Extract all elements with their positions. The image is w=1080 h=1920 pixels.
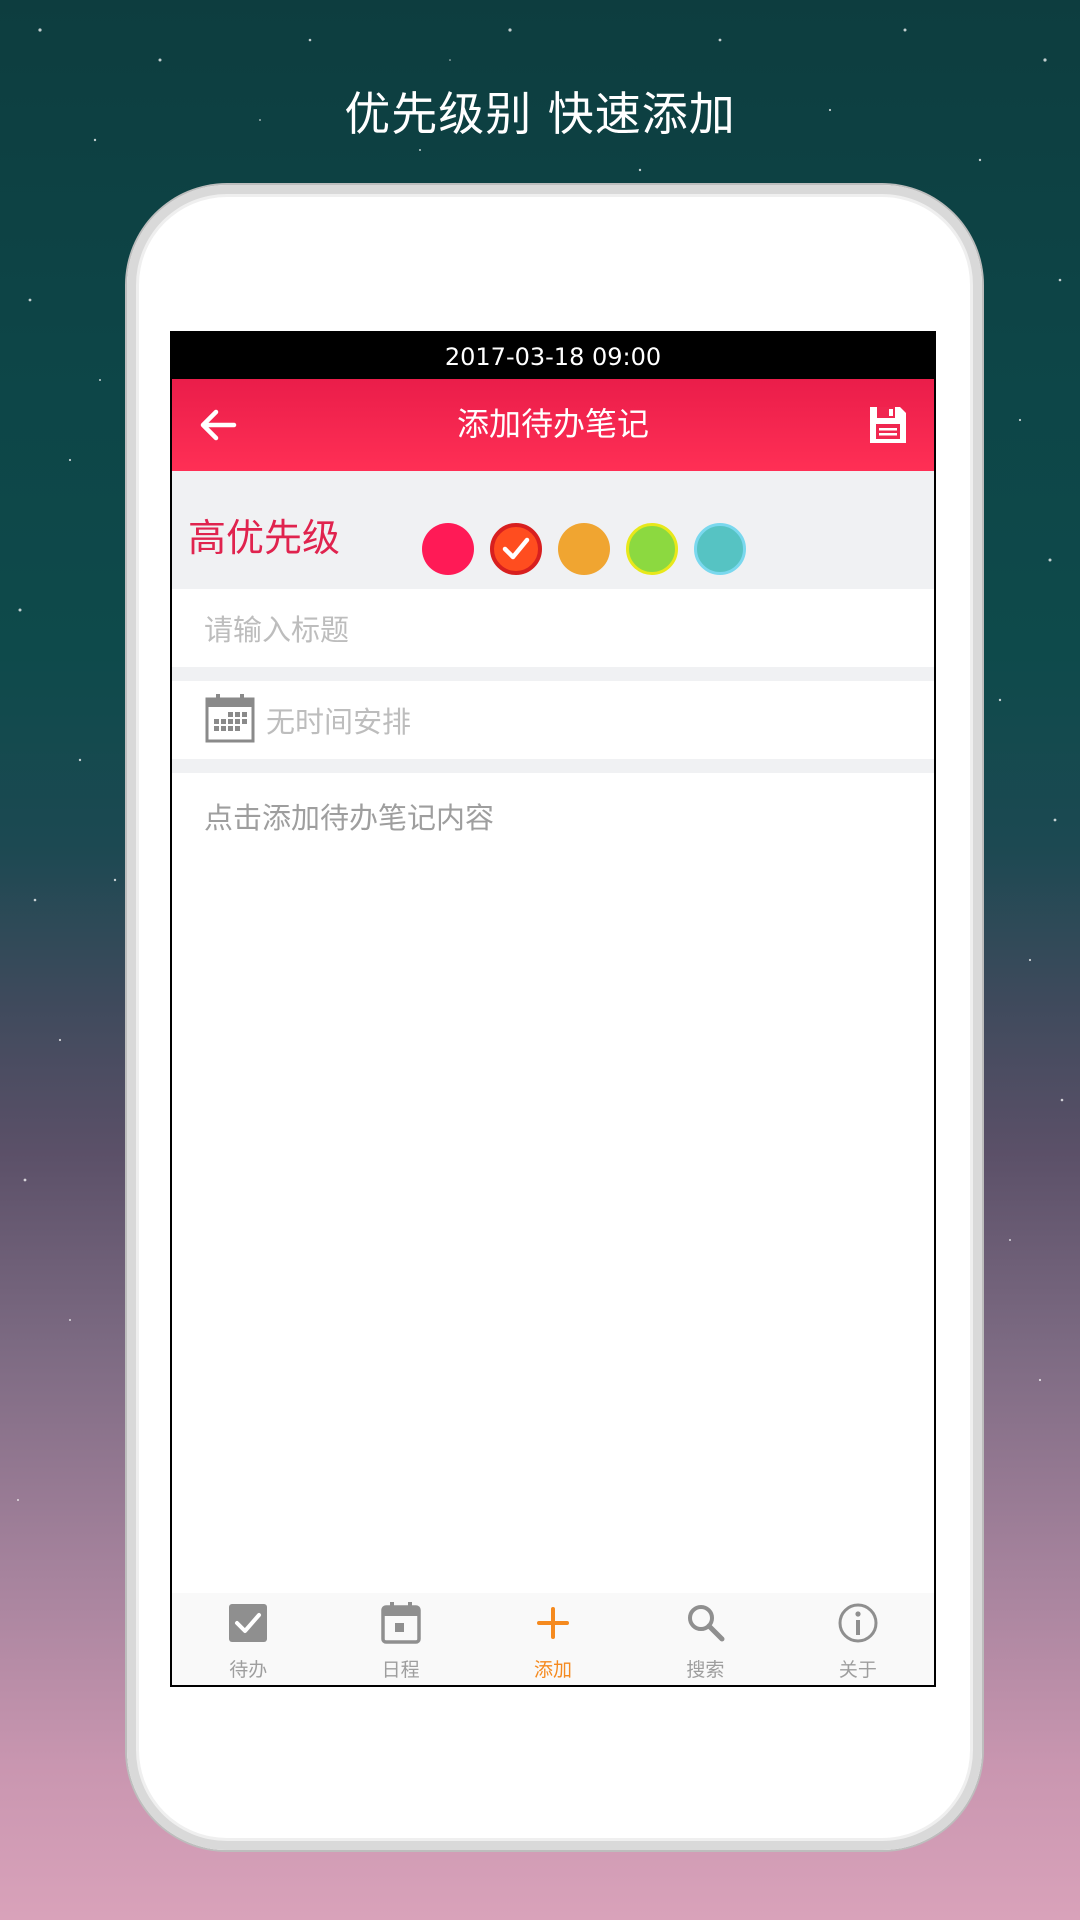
plus-icon bbox=[537, 1607, 570, 1639]
priority-dot-pink[interactable] bbox=[422, 523, 474, 575]
nav-item-todo[interactable]: 待办 bbox=[172, 1593, 324, 1685]
priority-selector: 高优先级 bbox=[172, 471, 934, 589]
time-picker[interactable]: 无时间安排 bbox=[172, 681, 934, 759]
nav-item-about[interactable]: 关于 bbox=[782, 1593, 934, 1685]
time-placeholder: 无时间安排 bbox=[266, 705, 412, 739]
content-placeholder: 点击添加待办笔记内容 bbox=[204, 801, 495, 835]
divider bbox=[172, 759, 934, 773]
search-icon bbox=[688, 1605, 725, 1642]
nav-label-add: 添加 bbox=[534, 1659, 573, 1681]
priority-dot-red-orange[interactable] bbox=[490, 523, 542, 575]
priority-dot-teal[interactable] bbox=[694, 523, 746, 575]
content-textarea[interactable]: 点击添加待办笔记内容 bbox=[172, 773, 934, 1593]
checkbox-icon bbox=[229, 1604, 268, 1642]
promo-headline: 优先级别 快速添加 bbox=[344, 87, 736, 141]
bottom-navigation: 待办 日程 添加 搜索 关于 bbox=[172, 1593, 934, 1685]
nav-label-search: 搜索 bbox=[686, 1659, 725, 1681]
calendar-icon bbox=[380, 1602, 421, 1644]
title-input[interactable]: 请输入标题 bbox=[172, 589, 934, 667]
divider bbox=[172, 667, 934, 681]
priority-dot-orange[interactable] bbox=[558, 523, 610, 575]
nav-label-about: 关于 bbox=[838, 1659, 877, 1681]
title-placeholder: 请输入标题 bbox=[204, 613, 350, 647]
nav-item-add[interactable]: 添加 bbox=[477, 1593, 629, 1685]
floppy-disk-icon[interactable] bbox=[864, 401, 912, 449]
nav-item-search[interactable]: 搜索 bbox=[629, 1593, 781, 1685]
checkmark-icon bbox=[502, 537, 530, 560]
nav-label-schedule: 日程 bbox=[381, 1659, 420, 1681]
info-icon bbox=[838, 1603, 878, 1643]
page-title: 添加待办笔记 bbox=[456, 405, 649, 443]
app-bar: 添加待办笔记 bbox=[172, 379, 934, 471]
priority-dot-green[interactable] bbox=[626, 523, 678, 575]
nav-label-todo: 待办 bbox=[229, 1659, 268, 1681]
nav-item-schedule[interactable]: 日程 bbox=[324, 1593, 476, 1685]
app-screen: 2017-03-18 09:00 添加待办笔记 高优先级 请输入标题 无时间安排… bbox=[170, 331, 936, 1687]
priority-label: 高优先级 bbox=[188, 516, 341, 560]
status-bar-datetime: 2017-03-18 09:00 bbox=[172, 333, 934, 379]
calendar-grid-icon bbox=[205, 694, 255, 743]
